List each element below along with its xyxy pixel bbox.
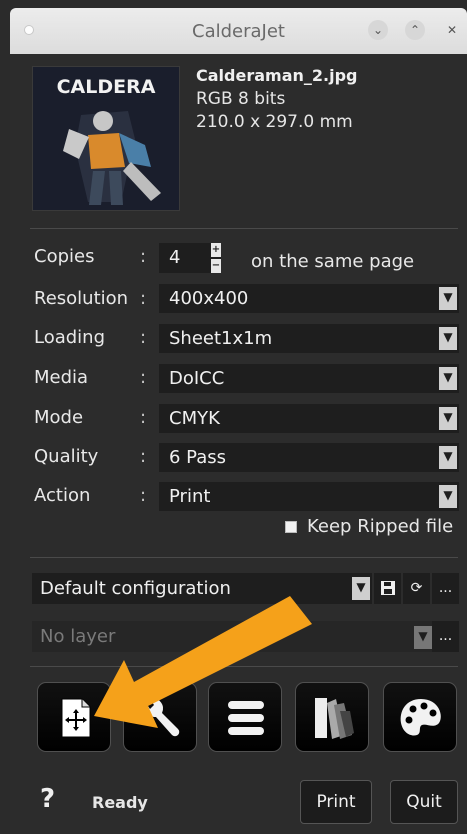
file-name: Calderaman_2.jpg [196, 66, 358, 85]
quit-button[interactable]: Quit [390, 780, 458, 824]
image-thumbnail: CALDERA [32, 66, 180, 211]
keep-ripped-checkbox[interactable] [285, 521, 297, 533]
color-swatches-button[interactable] [295, 682, 369, 752]
media-label: Media [34, 367, 89, 388]
action-select[interactable]: Print ▼ [159, 482, 459, 511]
dropdown-arrow-icon[interactable]: ▼ [352, 577, 370, 600]
decrement-button[interactable]: − [211, 259, 221, 273]
increment-button[interactable]: + [211, 243, 221, 257]
print-button[interactable]: Print [300, 780, 372, 824]
minimize-button[interactable]: ⌄ [368, 20, 388, 40]
menu-lines-icon [228, 701, 264, 735]
loading-select[interactable]: Sheet1x1m ▼ [159, 324, 459, 353]
palette-button[interactable] [383, 682, 457, 752]
maximize-button[interactable]: ⌃ [405, 20, 425, 40]
divider [30, 228, 458, 229]
layer-more-button[interactable]: ... [432, 621, 459, 652]
media-value: DoICC [169, 368, 225, 389]
separator: : [140, 327, 147, 348]
window-title: CalderaJet [192, 21, 285, 42]
page-dimensions: 210.0 x 297.0 mm [196, 112, 353, 132]
resolution-select[interactable]: 400x400 ▼ [159, 284, 459, 313]
wrench-icon [145, 698, 180, 737]
status-text: Ready [92, 793, 148, 812]
separator: : [140, 246, 147, 267]
resolution-value: 400x400 [169, 288, 249, 309]
dropdown-arrow-icon[interactable]: ▼ [439, 485, 457, 508]
action-label: Action [34, 485, 91, 506]
copies-value[interactable]: 4 [169, 247, 180, 268]
mode-value: CMYK [169, 408, 220, 429]
print-panel: CALDERA Calderaman_2.jpg RGB 8 bits 210.… [10, 54, 467, 834]
quality-value: 6 Pass [169, 447, 227, 468]
divider [30, 666, 458, 667]
layer-value: No layer [40, 626, 116, 647]
color-depth: RGB 8 bits [196, 89, 286, 109]
mode-label: Mode [34, 407, 84, 428]
refresh-icon: ⟳ [410, 580, 423, 596]
layout-button[interactable] [37, 682, 111, 752]
queue-button[interactable] [208, 682, 282, 752]
dropdown-arrow-icon[interactable]: ▼ [439, 327, 457, 350]
thumbnail-caption: CALDERA [57, 76, 156, 98]
copies-suffix: on the same page [251, 251, 415, 272]
action-value: Print [169, 486, 211, 507]
separator: : [140, 288, 147, 309]
title-bar: CalderaJet ⌄ ⌃ ✕ [10, 8, 467, 54]
dropdown-arrow-icon[interactable]: ▼ [439, 287, 457, 310]
save-icon [380, 581, 395, 595]
loading-value: Sheet1x1m [169, 328, 273, 349]
color-swatch-icon [315, 698, 354, 739]
separator: : [140, 485, 147, 506]
media-select[interactable]: DoICC ▼ [159, 364, 459, 393]
save-config-button[interactable] [374, 573, 401, 604]
palette-icon [400, 699, 441, 736]
keep-ripped-label[interactable]: Keep Ripped file [307, 516, 453, 537]
dropdown-arrow-icon[interactable]: ▼ [439, 446, 457, 469]
dropdown-arrow-icon[interactable]: ▼ [439, 367, 457, 390]
separator: : [140, 367, 147, 388]
resolution-label: Resolution [34, 288, 129, 309]
config-more-button[interactable]: ... [432, 573, 459, 604]
separator: : [140, 407, 147, 428]
divider [30, 557, 458, 558]
loading-label: Loading [34, 327, 106, 348]
mode-select[interactable]: CMYK ▼ [159, 404, 459, 433]
quality-select[interactable]: 6 Pass ▼ [159, 443, 459, 472]
settings-tools-button[interactable] [123, 682, 197, 752]
separator: : [140, 446, 147, 467]
copies-label: Copies [34, 246, 95, 267]
configuration-select[interactable]: Default configuration ▼ [32, 573, 372, 604]
dropdown-arrow-icon[interactable]: ▼ [439, 407, 457, 430]
dropdown-arrow-icon[interactable]: ▼ [414, 626, 432, 649]
help-button[interactable]: ? [40, 784, 55, 814]
quality-label: Quality [34, 446, 99, 467]
copies-stepper[interactable]: 4 + − [159, 243, 221, 273]
layout-move-icon [61, 698, 91, 738]
layer-select[interactable]: No layer ▼ [32, 621, 432, 652]
refresh-config-button[interactable]: ⟳ [403, 573, 430, 604]
configuration-value: Default configuration [40, 578, 231, 599]
close-button[interactable]: ✕ [442, 20, 462, 40]
